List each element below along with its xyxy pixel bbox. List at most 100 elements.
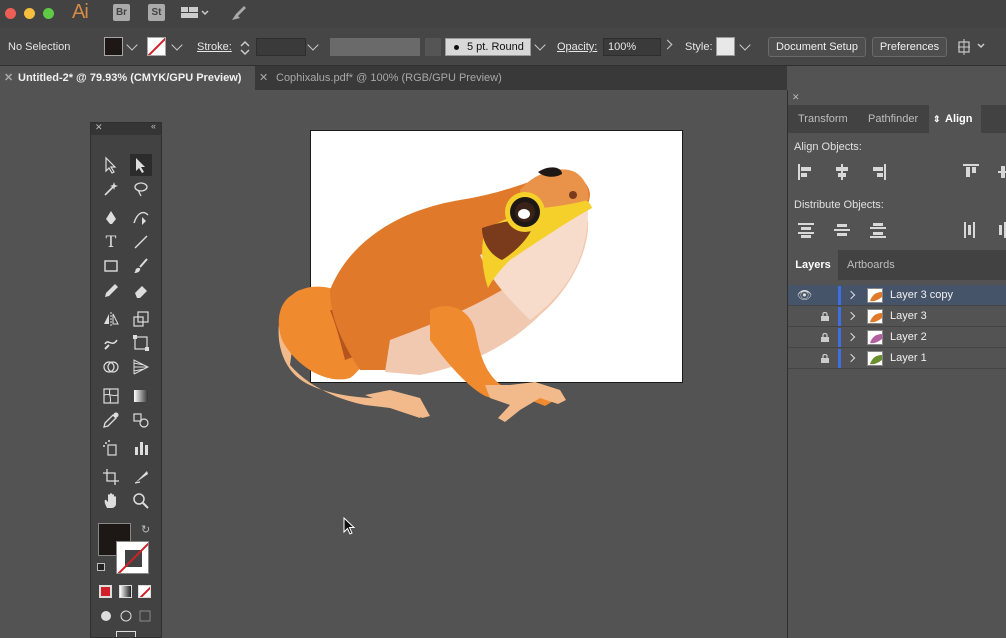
rectangle-tool-icon[interactable] [100, 255, 122, 277]
opacity-label[interactable]: Opacity: [557, 28, 597, 66]
distribute-top-icon[interactable] [798, 222, 814, 238]
symbol-sprayer-tool-icon[interactable] [100, 437, 122, 459]
distribute-left-icon[interactable] [963, 222, 979, 238]
align-right-icon[interactable] [870, 164, 886, 180]
layer-name[interactable]: Layer 2 [890, 327, 927, 348]
tab-align[interactable]: ⇕ Align [929, 105, 981, 133]
layer-name[interactable]: Layer 1 [890, 348, 927, 369]
stroke-swatch[interactable] [147, 37, 166, 56]
selection-tool-icon[interactable] [100, 154, 122, 176]
stroke-stepper-icon[interactable] [240, 40, 250, 59]
mesh-tool-icon[interactable] [100, 385, 122, 407]
opacity-expand-icon[interactable] [662, 39, 673, 50]
artboard-tool-icon[interactable] [100, 466, 122, 488]
close-panel-icon[interactable]: ✕ [95, 122, 103, 133]
close-tab-icon[interactable]: ✕ [259, 66, 268, 90]
warp-tool-icon[interactable] [100, 332, 122, 354]
gradient-mode-icon[interactable] [119, 585, 132, 598]
stroke-dropdown-icon[interactable] [171, 39, 183, 51]
align-top-icon[interactable] [963, 164, 979, 180]
none-mode-icon[interactable] [138, 585, 151, 598]
expand-layer-icon[interactable] [846, 290, 856, 300]
tab-transform[interactable]: Transform [798, 105, 848, 133]
draw-behind-icon[interactable] [119, 609, 133, 626]
blend-tool-icon[interactable] [130, 409, 152, 431]
variable-width-profile[interactable] [330, 38, 420, 56]
align-horizontal-center-icon[interactable] [834, 164, 850, 180]
type-tool-icon[interactable]: T [100, 231, 122, 253]
curvature-tool-icon[interactable] [130, 207, 152, 229]
slice-tool-icon[interactable] [130, 466, 152, 488]
close-window-button[interactable] [5, 8, 16, 19]
minimize-window-button[interactable] [24, 8, 35, 19]
fill-swatch[interactable] [104, 37, 123, 56]
stroke-color-box[interactable] [116, 541, 149, 574]
collapse-panel-icon[interactable]: « [151, 121, 156, 131]
style-dropdown-icon[interactable] [739, 39, 751, 51]
layer-row[interactable]: 👁 Layer 3 copy [788, 285, 1006, 306]
column-graph-tool-icon[interactable] [130, 437, 152, 459]
close-tab-icon[interactable]: ✕ [4, 66, 13, 90]
paintbrush-tool-icon[interactable] [130, 255, 152, 277]
magic-wand-tool-icon[interactable] [100, 178, 122, 200]
layer-name[interactable]: Layer 3 [890, 306, 927, 327]
expand-layer-icon[interactable] [846, 311, 856, 321]
hand-tool-icon[interactable] [100, 490, 122, 512]
distribute-vertical-center-icon[interactable] [834, 222, 850, 238]
draw-normal-icon[interactable] [99, 609, 113, 626]
draw-inside-icon[interactable] [138, 609, 152, 626]
expand-layer-icon[interactable] [846, 353, 856, 363]
graphic-style-swatch[interactable] [716, 37, 735, 56]
lock-icon[interactable] [821, 333, 829, 342]
eyedropper-tool-icon[interactable] [100, 409, 122, 431]
zoom-window-button[interactable] [43, 8, 54, 19]
preferences-button[interactable]: Preferences [872, 37, 947, 57]
tab-layers[interactable]: Layers [788, 250, 838, 280]
tab-cophixalus[interactable]: ✕ Cophixalus.pdf* @ 100% (RGB/GPU Previe… [255, 66, 525, 90]
profile-dropdown[interactable] [425, 38, 441, 56]
bridge-button[interactable]: Br [113, 4, 130, 21]
lasso-tool-icon[interactable] [130, 178, 152, 200]
stroke-weight-input[interactable] [256, 38, 306, 56]
zoom-tool-icon[interactable] [130, 490, 152, 512]
layer-row[interactable]: Layer 3 [788, 306, 1006, 327]
screen-mode-icon[interactable] [116, 631, 136, 637]
expand-layer-icon[interactable] [846, 332, 856, 342]
brush-dropdown-icon[interactable] [534, 39, 546, 51]
frog-artwork[interactable] [270, 160, 600, 430]
align-left-icon[interactable] [798, 164, 814, 180]
opacity-input[interactable]: 100% [603, 38, 661, 56]
tab-untitled-2[interactable]: ✕ Untitled-2* @ 79.93% (CMYK/GPU Preview… [0, 66, 255, 90]
perspective-grid-tool-icon[interactable] [130, 356, 152, 378]
lock-icon[interactable] [821, 354, 829, 363]
pencil-tool-icon[interactable] [100, 280, 122, 302]
fill-dropdown-icon[interactable] [126, 39, 138, 51]
swap-fill-stroke-icon[interactable]: ↻ [141, 523, 150, 536]
direct-selection-tool-icon[interactable] [130, 154, 152, 176]
close-dock-icon[interactable]: ✕ [792, 92, 800, 103]
distribute-horizontal-center-icon[interactable] [998, 222, 1006, 238]
stroke-label[interactable]: Stroke: [197, 28, 232, 66]
layer-row[interactable]: Layer 1 [788, 348, 1006, 369]
workspace-layout-icon[interactable] [181, 6, 209, 23]
pen-tool-icon[interactable] [100, 207, 122, 229]
line-segment-tool-icon[interactable] [130, 231, 152, 253]
document-setup-button[interactable]: Document Setup [768, 37, 866, 57]
tab-artboards[interactable]: Artboards [847, 250, 895, 280]
reflect-tool-icon[interactable] [100, 308, 122, 330]
scale-tool-icon[interactable] [130, 308, 152, 330]
gradient-tool-icon[interactable] [130, 385, 152, 407]
align-vertical-center-icon[interactable] [998, 164, 1006, 180]
visibility-eye-icon[interactable]: 👁 [797, 288, 812, 302]
free-transform-tool-icon[interactable] [130, 332, 152, 354]
tools-panel-header[interactable]: ✕ « [91, 121, 161, 135]
gpu-rocket-icon[interactable] [230, 4, 248, 25]
lock-icon[interactable] [821, 312, 829, 321]
stock-button[interactable]: St [148, 4, 165, 21]
default-colors-icon[interactable] [97, 563, 105, 571]
tab-pathfinder[interactable]: Pathfinder [868, 105, 918, 133]
eraser-tool-icon[interactable] [130, 280, 152, 302]
layer-row[interactable]: Layer 2 [788, 327, 1006, 348]
brush-definition-field[interactable]: 5 pt. Round [445, 38, 531, 56]
distribute-bottom-icon[interactable] [870, 222, 886, 238]
